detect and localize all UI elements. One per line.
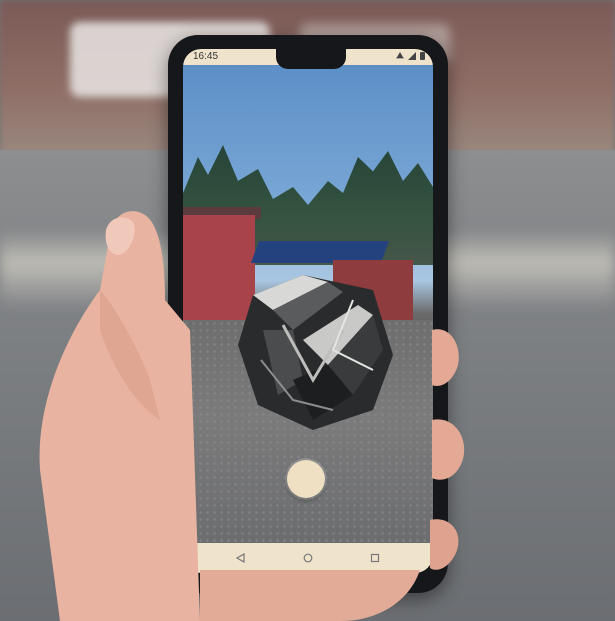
signal-icon <box>408 52 416 60</box>
back-button[interactable] <box>232 549 250 567</box>
camera-viewfinder[interactable] <box>183 65 433 560</box>
ar-3d-object[interactable] <box>233 270 398 432</box>
phone-screen: 16:45 <box>183 49 433 573</box>
navigation-bar <box>183 543 433 573</box>
recents-square-icon <box>370 553 380 563</box>
recents-button[interactable] <box>366 549 384 567</box>
back-triangle-icon <box>236 553 245 563</box>
status-time: 16:45 <box>193 51 219 62</box>
camera-notch <box>276 49 346 69</box>
status-icons <box>396 52 425 60</box>
shutter-button[interactable] <box>287 460 325 498</box>
home-circle-icon <box>303 553 313 563</box>
battery-icon <box>420 52 425 60</box>
notification-muted-icon <box>396 52 404 59</box>
home-button[interactable] <box>299 549 317 567</box>
